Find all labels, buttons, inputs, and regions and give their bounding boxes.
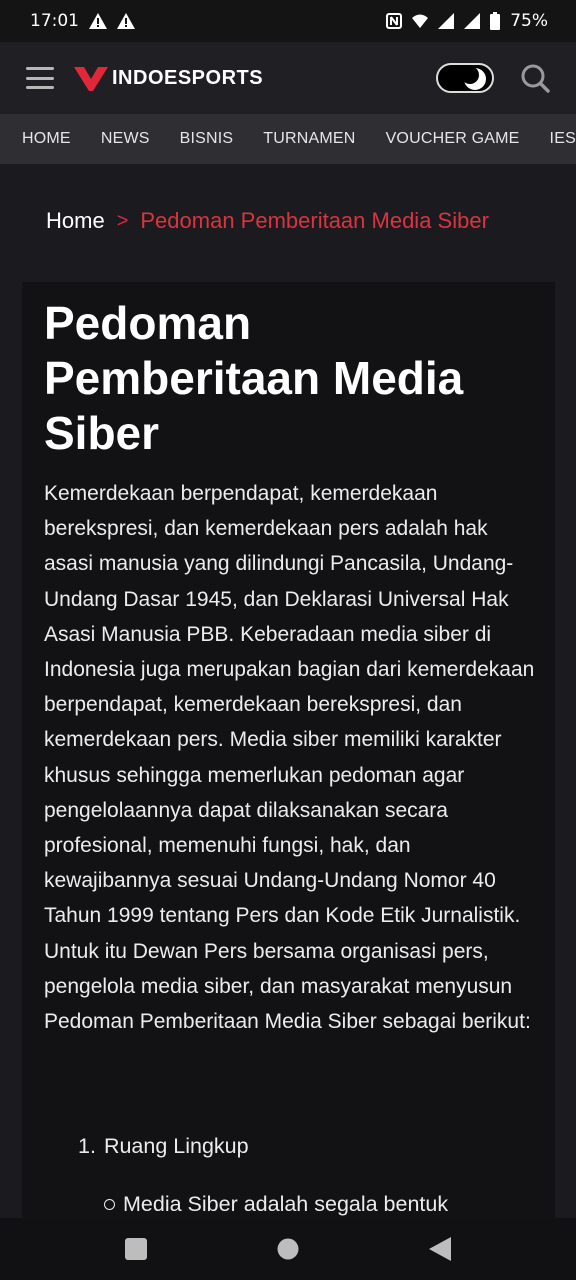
nav-item-bisnis[interactable]: BISNIS <box>180 130 234 148</box>
dark-mode-toggle[interactable] <box>436 63 494 93</box>
breadcrumb: Home > Pedoman Pemberitaan Media Siber <box>46 208 489 234</box>
list-item: 1. Ruang Lingkup <box>78 1134 249 1159</box>
menu-icon[interactable] <box>26 67 54 89</box>
status-bar: 17:01 75% <box>0 0 576 42</box>
signal-icon <box>464 13 481 29</box>
article-intro: Kemerdekaan berpendapat, kemerdekaan ber… <box>44 482 535 1034</box>
page-title: Pedoman Pemberitaan Media Siber <box>44 297 464 459</box>
wifi-icon <box>412 14 429 28</box>
nfc-icon <box>386 13 403 29</box>
nav-item-ies[interactable]: IES <box>550 130 576 148</box>
battery-icon <box>490 12 501 30</box>
moon-icon <box>463 67 486 90</box>
warning-icon <box>89 13 107 29</box>
battery-level: 75% <box>510 11 548 31</box>
bullet-icon <box>104 1199 115 1210</box>
list-item-label: Ruang Lingkup <box>103 1134 249 1158</box>
nav-item-news[interactable]: NEWS <box>101 130 150 148</box>
breadcrumb-home[interactable]: Home <box>46 208 105 234</box>
system-nav-bar <box>0 1218 576 1280</box>
signal-icon <box>438 13 455 29</box>
recents-icon[interactable] <box>125 1238 147 1260</box>
search-icon[interactable] <box>520 63 550 93</box>
brand-logo[interactable]: INDOESPORTS <box>74 65 263 91</box>
nav-item-voucher-game[interactable]: VOUCHER GAME <box>386 130 520 148</box>
breadcrumb-current: Pedoman Pemberitaan Media Siber <box>140 208 489 233</box>
status-left: 17:01 <box>30 11 135 31</box>
back-icon[interactable] <box>429 1237 451 1261</box>
nav-item-home[interactable]: HOME <box>22 130 71 148</box>
status-right: 75% <box>386 11 548 31</box>
home-icon[interactable] <box>277 1238 299 1260</box>
list-number: 1. <box>78 1134 96 1158</box>
warning-icon <box>117 13 135 29</box>
status-time: 17:01 <box>30 11 79 31</box>
nav-item-turnamen[interactable]: TURNAMEN <box>263 130 355 148</box>
sub-list-item: Media Siber adalah segala bentuk <box>104 1192 448 1217</box>
article-card: Pedoman Pemberitaan Media Siber Kemerdek… <box>22 282 555 1222</box>
breadcrumb-separator: > <box>116 209 129 232</box>
brand-name: INDOESPORTS <box>112 66 264 89</box>
app-header: INDOESPORTS <box>0 42 576 114</box>
brand-mark-icon <box>74 67 108 91</box>
category-nav: HOME NEWS BISNIS TURNAMEN VOUCHER GAME I… <box>0 114 576 164</box>
sub-list-item-label: Media Siber adalah segala bentuk <box>123 1192 449 1216</box>
